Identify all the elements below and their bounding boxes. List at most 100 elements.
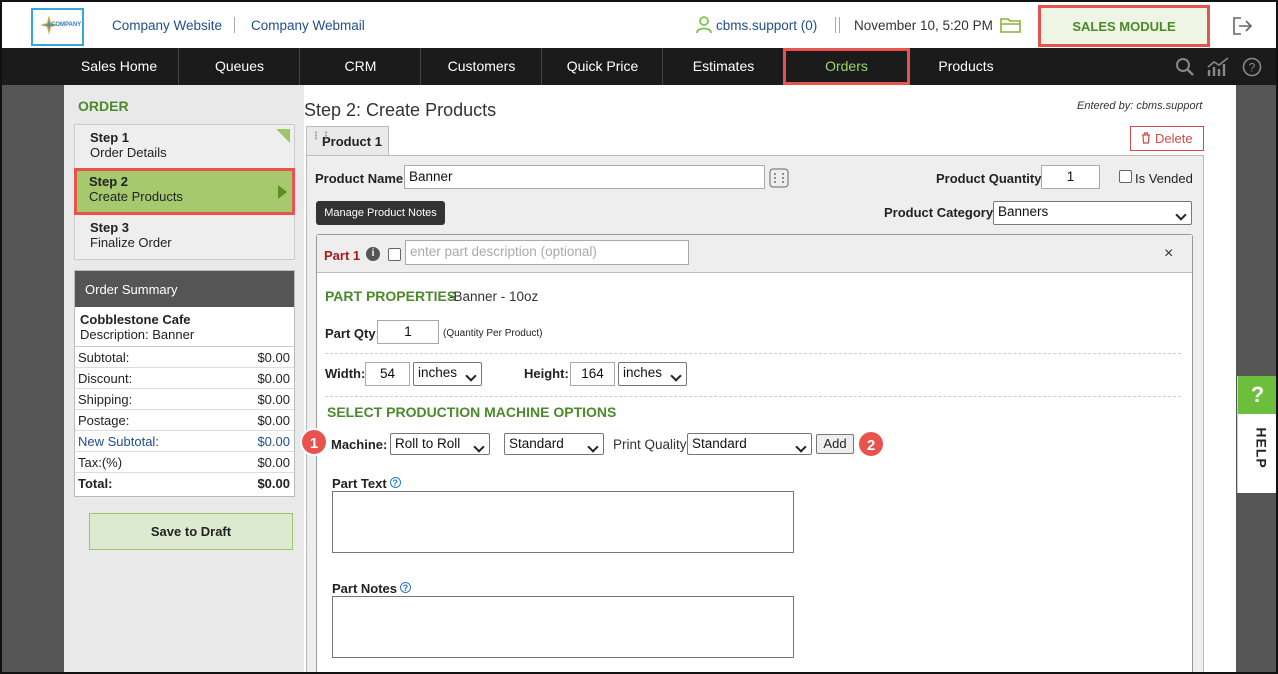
summary-heading: Order Summary xyxy=(75,271,294,307)
part-text-textarea[interactable] xyxy=(332,491,794,553)
row-label: Discount: xyxy=(78,371,133,386)
width-label: Width: xyxy=(325,366,366,381)
product-quantity-label: Product Quantity: xyxy=(936,171,1046,186)
nav-estimates[interactable]: Estimates xyxy=(664,48,784,85)
sales-module-button[interactable]: SALES MODULE xyxy=(1038,5,1210,47)
row-label: New Subtotal: xyxy=(78,434,159,449)
summary-row: Tax:(%) $0.00 xyxy=(75,452,294,473)
close-icon[interactable]: × xyxy=(1164,245,1173,263)
row-value: $0.00 xyxy=(257,371,290,386)
order-summary: Order Summary Cobblestone Cafe Descripti… xyxy=(74,270,295,497)
nav-products[interactable]: Products xyxy=(906,48,1026,85)
folder-icon[interactable] xyxy=(1000,16,1022,37)
logout-icon[interactable] xyxy=(1232,16,1254,39)
step-badge-2: 2 xyxy=(857,430,885,458)
product-name-input[interactable]: Banner xyxy=(404,165,765,189)
row-value: $0.00 xyxy=(257,476,290,491)
row-value: $0.00 xyxy=(257,455,290,470)
logo-text: COMPANY xyxy=(51,22,82,28)
height-input[interactable]: 164 xyxy=(570,362,615,386)
print-quality-select[interactable]: Standard xyxy=(687,433,812,455)
user-link[interactable]: cbms.support (0) xyxy=(716,18,817,33)
help-icon[interactable]: ? xyxy=(400,582,412,593)
step-1[interactable]: Step 1 Order Details xyxy=(75,125,294,170)
nav-quick-price[interactable]: Quick Price xyxy=(543,48,663,85)
summary-row: Shipping: $0.00 xyxy=(75,389,294,410)
notes-icon[interactable] xyxy=(769,168,789,191)
part-notes-textarea[interactable] xyxy=(332,596,794,658)
tab-product-1[interactable]: ⋮⋮ Product 1 xyxy=(306,126,389,156)
step-label: Order Details xyxy=(90,145,167,160)
nav-sales-home[interactable]: Sales Home xyxy=(60,48,179,85)
part-qty-input[interactable]: 1 xyxy=(377,320,439,344)
width-unit-select[interactable]: inches xyxy=(413,362,482,386)
info-icon[interactable]: i xyxy=(366,247,380,261)
nav-queues[interactable]: Queues xyxy=(180,48,300,85)
top-bar: COMPANY Company Website Company Webmail … xyxy=(2,2,1276,48)
width-input[interactable]: 54 xyxy=(365,362,410,386)
completed-corner-icon xyxy=(276,129,290,143)
part-qty-label: Part Qty: xyxy=(325,326,380,341)
nav-customers[interactable]: Customers xyxy=(422,48,542,85)
row-value: $0.00 xyxy=(257,392,290,407)
step-title: Step 2 xyxy=(89,174,129,189)
height-unit-select[interactable]: inches xyxy=(618,362,687,386)
add-machine-button[interactable]: Add xyxy=(816,434,854,454)
help-icon[interactable]: ? xyxy=(389,477,401,488)
part-properties-sub: -Banner - 10oz xyxy=(449,289,539,304)
divider xyxy=(325,353,1181,354)
arrow-right-icon xyxy=(278,185,287,199)
row-label: Shipping: xyxy=(78,392,133,407)
part-description-input[interactable]: enter part description (optional) xyxy=(405,240,689,265)
drag-handle-icon[interactable]: ⋮⋮ xyxy=(311,132,331,142)
entered-by: Entered by: cbms.support xyxy=(1077,100,1203,112)
machine-select[interactable]: Roll to Roll xyxy=(390,433,490,455)
analytics-icon[interactable] xyxy=(1206,57,1230,80)
search-icon[interactable] xyxy=(1175,57,1195,80)
step-2[interactable]: Step 2 Create Products xyxy=(74,168,295,215)
is-vended-label: Is Vended xyxy=(1135,171,1193,186)
summary-row: Postage: $0.00 xyxy=(75,410,294,431)
row-label: Total: xyxy=(78,476,113,491)
step-3[interactable]: Step 3 Finalize Order xyxy=(75,215,294,260)
nav-crm[interactable]: CRM xyxy=(301,48,421,85)
help-question-icon: ? xyxy=(1238,376,1277,414)
is-vended-checkbox[interactable] xyxy=(1119,170,1132,183)
part-description-placeholder: enter part description (optional) xyxy=(410,244,597,259)
delete-button[interactable]: Delete xyxy=(1130,126,1204,151)
divider xyxy=(325,396,1181,397)
part-qty-note: (Quantity Per Product) xyxy=(443,328,543,339)
company-website-link[interactable]: Company Website xyxy=(112,18,222,33)
divider xyxy=(234,17,235,33)
company-logo[interactable]: COMPANY xyxy=(31,8,84,46)
part-checkbox[interactable] xyxy=(388,248,401,261)
save-to-draft-button[interactable]: Save to Draft xyxy=(89,513,293,550)
summary-row: Discount: $0.00 xyxy=(75,368,294,389)
product-category-select[interactable]: Banners xyxy=(993,201,1192,225)
product-quantity-input[interactable]: 1 xyxy=(1041,165,1100,189)
trash-icon xyxy=(1142,132,1151,144)
order-heading: ORDER xyxy=(78,98,129,114)
user-icon xyxy=(696,16,712,37)
summary-row: Subtotal: $0.00 xyxy=(75,347,294,368)
divider xyxy=(835,17,836,33)
summary-customer: Cobblestone Cafe Description: Banner xyxy=(75,307,294,347)
machine-options-heading: SELECT PRODUCTION MACHINE OPTIONS xyxy=(327,404,617,420)
summary-row: Total: $0.00 xyxy=(75,473,294,494)
row-value: $0.00 xyxy=(257,413,290,428)
machine-mode-select[interactable]: Standard xyxy=(504,433,604,455)
row-value: $0.00 xyxy=(257,350,290,365)
manage-product-notes-button[interactable]: Manage Product Notes xyxy=(316,201,445,225)
divider xyxy=(839,17,840,33)
steps-list: Step 1 Order Details Step 2 Create Produ… xyxy=(74,124,295,260)
help-tab[interactable]: ? HELP xyxy=(1237,376,1277,493)
help-circle-icon[interactable]: ? xyxy=(1242,57,1262,80)
nav-orders[interactable]: Orders xyxy=(783,48,910,85)
page-title: Step 2: Create Products xyxy=(304,100,497,120)
product-name-label: Product Name: xyxy=(315,171,408,186)
summary-row: New Subtotal: $0.00 xyxy=(75,431,294,452)
help-label: HELP xyxy=(1253,427,1270,469)
left-gutter xyxy=(2,85,64,674)
company-webmail-link[interactable]: Company Webmail xyxy=(251,18,365,33)
part-notes-label: Part Notes? xyxy=(332,581,412,596)
